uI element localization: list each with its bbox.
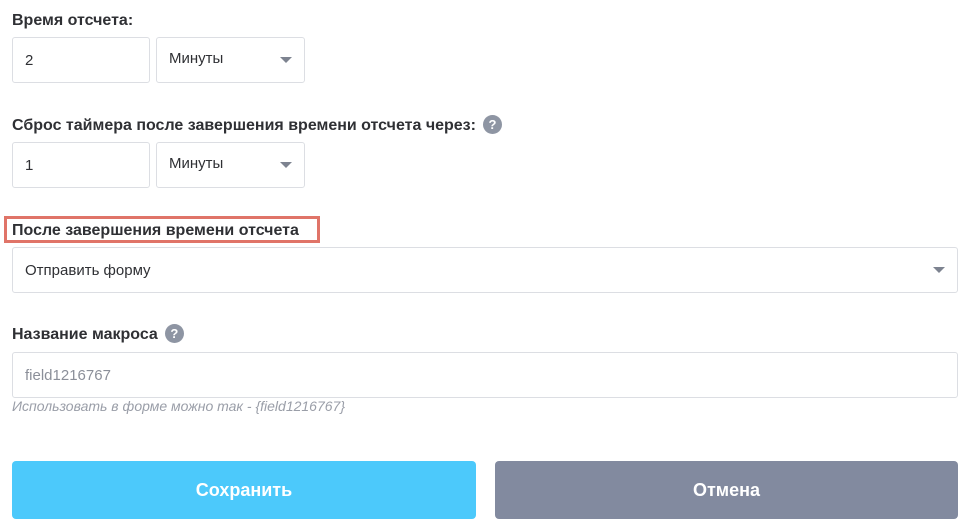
chevron-down-icon <box>280 162 292 168</box>
reset-unit-select[interactable]: Минуты <box>156 142 305 188</box>
after-finish-action-select[interactable]: Отправить форму <box>12 247 958 293</box>
reset-unit-value: Минуты <box>169 155 224 172</box>
countdown-unit-select[interactable]: Минуты <box>156 37 305 83</box>
macro-name-placeholder: field1216767 <box>25 366 111 384</box>
save-button[interactable]: Сохранить <box>12 461 476 519</box>
countdown-unit-value: Минуты <box>169 50 224 67</box>
macro-name-input[interactable]: field1216767 <box>12 352 958 398</box>
macro-hint: Использовать в форме можно так - {field1… <box>12 398 345 414</box>
countdown-value-input[interactable]: 2 <box>12 37 150 83</box>
chevron-down-icon <box>280 57 292 63</box>
reset-label-text: Сброс таймера после завершения времени о… <box>12 117 476 134</box>
countdown-label: Время отсчета: <box>12 12 134 29</box>
question-circle-icon[interactable]: ? <box>482 114 502 134</box>
chevron-down-icon <box>933 267 945 273</box>
reset-value: 1 <box>25 156 34 174</box>
countdown-value: 2 <box>25 51 34 69</box>
after-finish-label: После завершения времени отсчета <box>12 222 299 239</box>
macro-label: Название макроса? <box>12 323 184 345</box>
macro-label-text: Название макроса <box>12 326 158 343</box>
question-circle-icon[interactable]: ? <box>164 323 184 343</box>
reset-label: Сброс таймера после завершения времени о… <box>12 114 502 136</box>
after-finish-action-value: Отправить форму <box>25 261 151 279</box>
cancel-button[interactable]: Отмена <box>495 461 958 519</box>
reset-value-input[interactable]: 1 <box>12 142 150 188</box>
